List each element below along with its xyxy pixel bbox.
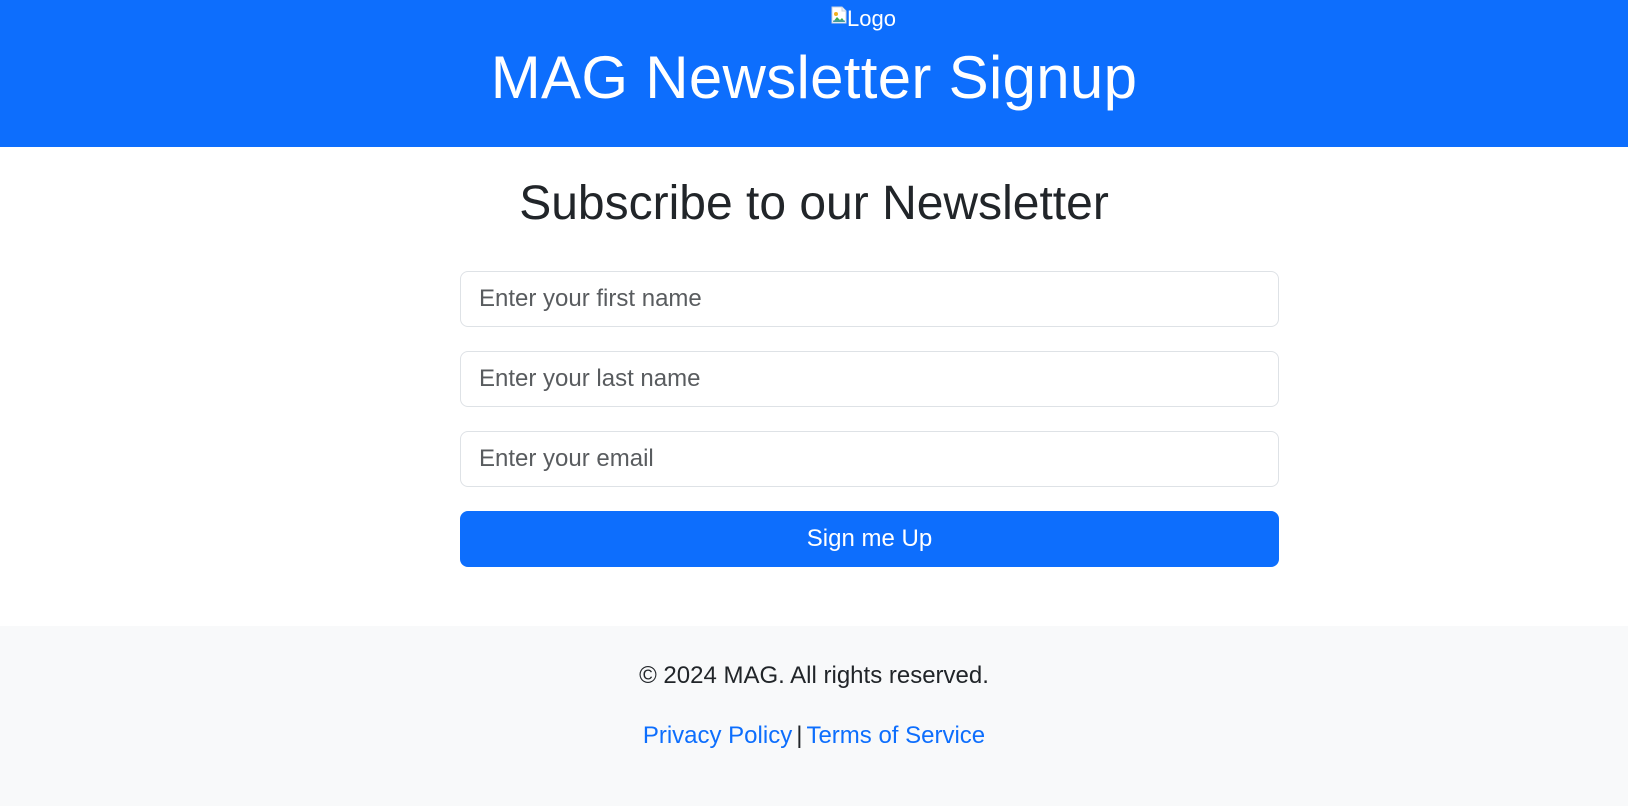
footer-links: Privacy Policy | Terms of Service <box>0 720 1628 752</box>
site-title: MAG Newsletter Signup <box>490 44 1138 111</box>
privacy-policy-link[interactable]: Privacy Policy <box>643 722 792 749</box>
copyright-text: © 2024 MAG. All rights reserved. <box>639 662 989 689</box>
footer-link-separator: | <box>796 722 803 749</box>
email-input[interactable] <box>460 431 1279 487</box>
signup-form-section: Subscribe to our Newsletter Sign me Up <box>0 147 1628 626</box>
form-heading: Subscribe to our Newsletter <box>519 177 1109 230</box>
sign-up-button[interactable]: Sign me Up <box>460 511 1279 567</box>
broken-image-icon <box>831 6 847 24</box>
first-name-input[interactable] <box>460 271 1279 327</box>
logo: Logo <box>831 4 896 34</box>
terms-of-service-link[interactable]: Terms of Service <box>806 722 985 749</box>
last-name-input[interactable] <box>460 351 1279 407</box>
site-header: Logo MAG Newsletter Signup <box>0 0 1628 147</box>
site-footer: © 2024 MAG. All rights reserved. Privacy… <box>0 626 1628 806</box>
logo-alt-text: Logo <box>847 6 896 31</box>
